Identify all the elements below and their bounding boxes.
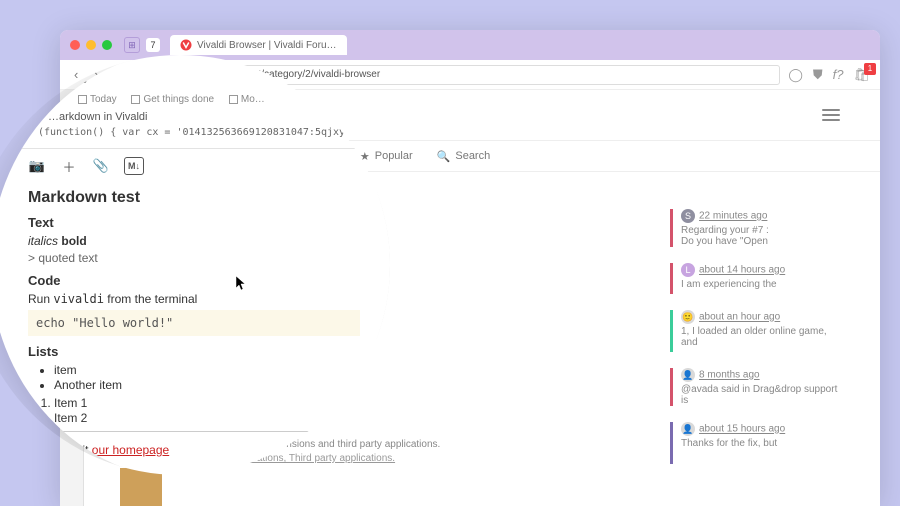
- thread-snippet: Regarding your #7 :Do you have "Open: [681, 225, 840, 247]
- shopping-icon[interactable]: 🛍1: [853, 67, 870, 83]
- tab-title: Vivaldi Browser | Vivaldi Foru…: [197, 40, 337, 51]
- checkbox-icon[interactable]: [131, 95, 140, 104]
- thread-time: 8 months ago: [699, 370, 760, 381]
- tab-active[interactable]: Vivaldi Browser | Vivaldi Foru…: [170, 35, 347, 55]
- avatar: S: [681, 209, 695, 223]
- inline-code: vivaldi: [53, 292, 104, 306]
- thread-snippet: I am experiencing the: [681, 279, 840, 290]
- code-block: echo "Hello world!": [28, 310, 360, 336]
- gold-badge: [120, 468, 162, 506]
- avatar: 🙂: [681, 310, 695, 324]
- minimize-icon[interactable]: [86, 40, 96, 50]
- vivaldi-icon: [38, 440, 58, 460]
- bold-sample: bold: [61, 234, 86, 248]
- attachment-icon[interactable]: 📎: [92, 157, 110, 175]
- thread-meta: 👤 about 15 hours ago Thanks for the fix, b…: [670, 422, 840, 464]
- thread-time: 22 minutes ago: [699, 211, 767, 222]
- menu-button[interactable]: [822, 109, 840, 121]
- unordered-list: item Another item: [28, 363, 360, 392]
- list-item: item: [54, 363, 360, 377]
- avatar: 👤: [681, 368, 695, 382]
- toolbar-right: ◯ ⛊ f? 🛍1: [788, 67, 870, 83]
- heading-code: Code: [28, 273, 360, 288]
- italics-sample: italics: [28, 234, 58, 248]
- note-body: Markdown test Text italics bold > quoted…: [18, 189, 370, 460]
- thread-meta: Labout 14 hours ago I am experiencing the: [670, 263, 840, 294]
- person-icon[interactable]: ◯: [788, 67, 803, 83]
- thread-time: about an hour ago: [699, 312, 780, 323]
- thread-snippet: Thanks for the fix, but: [681, 438, 840, 449]
- thread-meta: 🙂 about an hour ago 1, I loaded an older o…: [670, 310, 840, 352]
- search-icon: 🔍: [437, 150, 451, 163]
- thread-time: about 15 hours ago: [699, 424, 785, 435]
- note-entry[interactable]: …arkdown in Vivaldi: [18, 111, 370, 123]
- heading-text: Text: [28, 215, 360, 230]
- thread-snippet: @avada said in Drag&drop support is: [681, 384, 840, 406]
- avatar: L: [681, 263, 695, 277]
- homepage-link[interactable]: our homepage: [92, 443, 169, 457]
- list-item: Item 1: [54, 396, 360, 410]
- plus-icon[interactable]: ＋: [60, 157, 78, 175]
- thread-time: about 14 hours ago: [699, 265, 785, 276]
- maximize-icon[interactable]: [102, 40, 112, 50]
- note-entry-code[interactable]: (function() { var cx = '0141325636691208…: [18, 127, 370, 138]
- checkbox-icon[interactable]: [78, 95, 87, 104]
- ordered-list: Item 1 Item 2: [28, 396, 360, 425]
- quoted-text: > quoted text: [28, 251, 360, 265]
- vivaldi-icon: [180, 39, 192, 51]
- nav-popular[interactable]: ★Popular: [360, 150, 413, 163]
- heading-lists: Lists: [28, 344, 360, 359]
- thread-meta: S 22 minutes ago Regarding your #7 :Do you…: [670, 209, 840, 247]
- nav-search[interactable]: 🔍Search: [437, 150, 491, 163]
- list-item: Item 2: [54, 411, 360, 425]
- shield-icon[interactable]: ⛊: [813, 67, 823, 83]
- checkbox-icon[interactable]: [229, 95, 238, 104]
- thread-meta: 👤 8 months ago @avada said in Drag&drop su…: [670, 368, 840, 406]
- fonts-icon[interactable]: f?: [833, 67, 844, 82]
- note-title: Markdown test: [28, 189, 360, 207]
- avatar: 👤: [681, 422, 695, 436]
- note-toolbar: 📷 ＋ 📎 M↓: [18, 148, 370, 183]
- list-item: Another item: [54, 378, 360, 392]
- thread-snippet: 1, I loaded an older online game, and: [681, 326, 840, 348]
- window-controls: [70, 40, 112, 50]
- markdown-icon[interactable]: M↓: [124, 157, 144, 175]
- grid-icon[interactable]: ⊞: [124, 37, 140, 53]
- close-icon[interactable]: [70, 40, 80, 50]
- camera-icon[interactable]: 📷: [28, 157, 46, 175]
- tab-count[interactable]: 7: [146, 38, 160, 52]
